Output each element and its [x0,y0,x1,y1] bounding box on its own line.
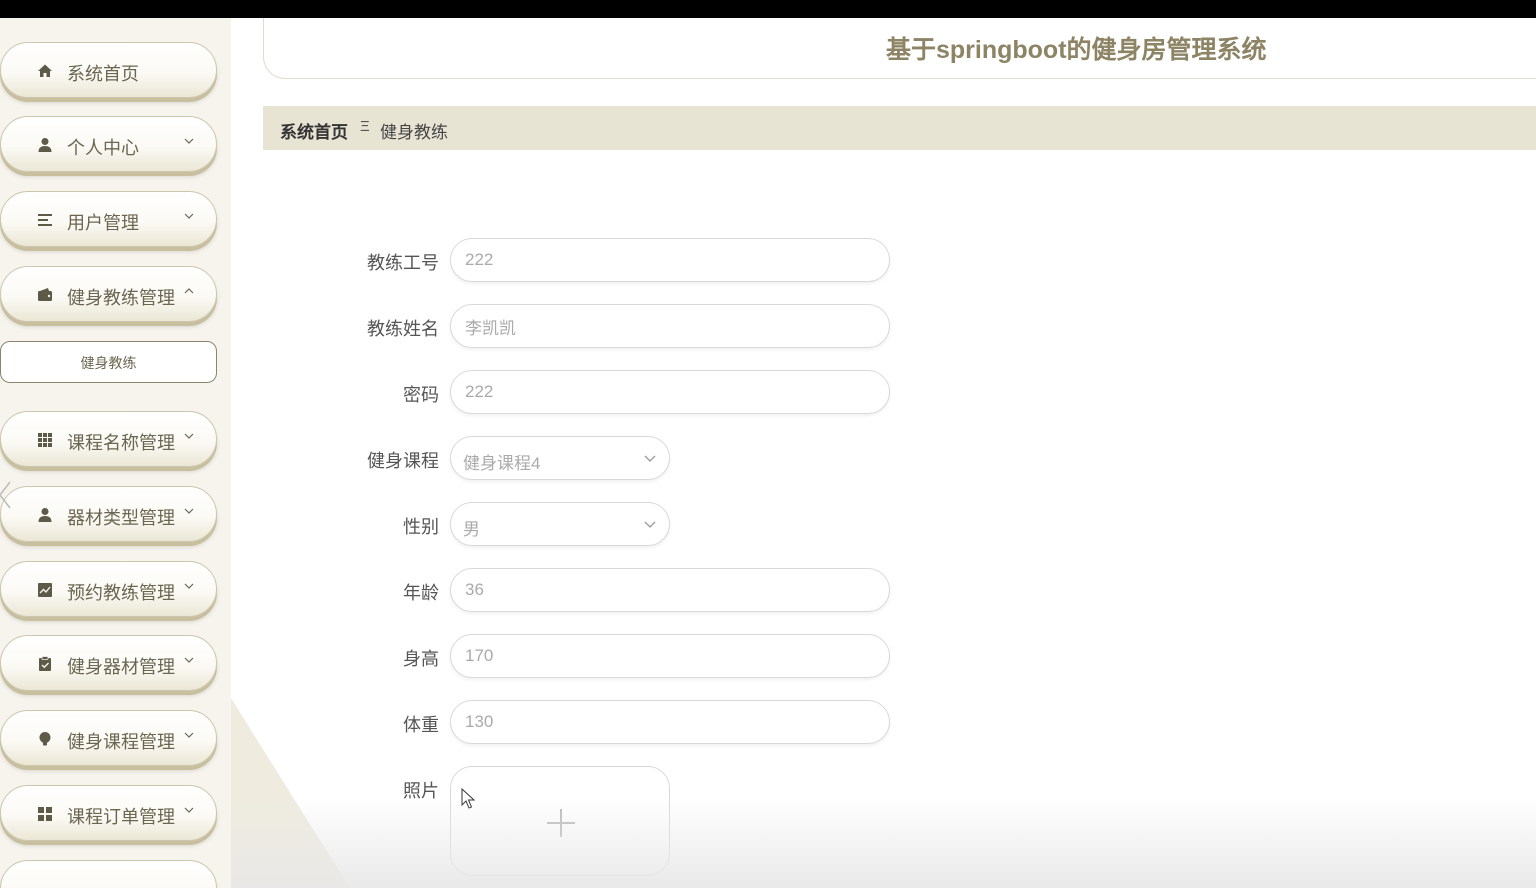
chevron-up-icon [184,288,194,294]
age-label: 年龄 [403,583,439,603]
sidebar-item-label: 健身器材管理 [67,657,175,677]
coach-id-label: 教练工号 [367,253,439,273]
chevron-down-icon [184,433,194,439]
photo-label: 照片 [403,781,439,801]
chevron-down-icon [184,508,194,514]
sidebar-item-course-order-management[interactable]: 课程订单管理 [0,785,217,841]
chevron-down-icon [184,807,194,813]
user-icon [38,508,52,522]
home-icon [38,64,52,77]
collapse-sidebar-icon[interactable] [0,480,12,510]
mouse-cursor-icon [461,788,475,809]
sidebar-item-home[interactable]: 系统首页 [0,42,217,98]
sidebar-item-partial[interactable] [0,860,217,888]
sidebar-item-course-name-management[interactable]: 课程名称管理 [0,411,217,467]
gender-select[interactable]: 男 [450,502,670,546]
sidebar-item-equipment-management[interactable]: 健身器材管理 [0,635,217,691]
photo-upload[interactable] [450,766,670,876]
clipboard-icon [39,656,51,671]
sidebar-item-coach-management[interactable]: 健身教练管理 [0,266,217,322]
sidebar-item-label: 健身教练管理 [67,288,175,308]
sidebar-item-label: 系统首页 [67,64,139,84]
chart-icon [38,583,52,597]
sidebar-item-label: 健身课程管理 [67,732,175,752]
gender-select-value: 男 [463,520,480,539]
chevron-down-icon [184,583,194,589]
sidebar-subitem-label: 健身教练 [80,355,137,371]
height-label: 身高 [403,649,439,669]
sidebar-item-course-management[interactable]: 健身课程管理 [0,710,217,766]
breadcrumb-home[interactable]: 系统首页 [280,118,348,143]
sidebar-item-label: 预约教练管理 [67,583,175,603]
chevron-down-icon [184,213,194,219]
coach-name-field[interactable] [450,304,890,348]
weight-label: 体重 [403,715,439,735]
chevron-down-icon [184,138,194,144]
sidebar-item-label: 器材类型管理 [67,508,175,528]
grid-icon [38,433,52,447]
user-icon [38,138,52,152]
sidebar-item-equipment-type-management[interactable]: 器材类型管理 [0,486,217,542]
site-title: 基于springboot的健身房管理系统 [886,36,1267,64]
chevron-down-icon [644,455,656,462]
sidebar-item-label: 课程订单管理 [67,807,175,827]
bulb-icon [39,732,51,746]
sidebar-item-label: 用户管理 [67,213,139,233]
weight-field[interactable] [450,700,890,744]
apps-icon [38,807,52,821]
sidebar-item-label: 课程名称管理 [67,433,175,453]
gender-label: 性别 [403,517,439,537]
breadcrumb-current: 健身教练 [380,123,448,142]
password-field[interactable] [450,370,890,414]
list-icon [38,214,52,226]
chevron-down-icon [184,657,194,663]
top-bar [0,0,1536,18]
course-select-value: 健身课程4 [463,454,541,473]
chevron-down-icon [644,521,656,528]
sidebar-subitem-coach[interactable]: 健身教练 [0,341,217,383]
sidebar-item-label: 个人中心 [67,138,139,158]
plus-icon [547,809,575,837]
sidebar-item-personal-center[interactable]: 个人中心 [0,116,217,172]
height-field[interactable] [450,634,890,678]
breadcrumb-separator: Ξ [360,118,370,135]
course-label: 健身课程 [367,451,439,471]
chevron-down-icon [184,732,194,738]
sidebar-item-coach-booking-management[interactable]: 预约教练管理 [0,561,217,617]
main-content: 基于springboot的健身房管理系统 系统首页 Ξ 健身教练 教练工号 教练… [231,18,1536,888]
breadcrumb: 系统首页 Ξ 健身教练 [263,106,1536,150]
wallet-icon [38,288,52,301]
bottom-fade [231,798,1536,888]
header: 基于springboot的健身房管理系统 [263,18,1536,79]
sidebar-item-user-management[interactable]: 用户管理 [0,191,217,247]
age-field[interactable] [450,568,890,612]
password-label: 密码 [403,385,439,405]
course-select[interactable]: 健身课程4 [450,436,670,480]
coach-id-field[interactable] [450,238,890,282]
coach-name-label: 教练姓名 [367,319,439,339]
sidebar: 系统首页 个人中心 用户管理 健身教练管理 健身教练 课程名称管理 器材类型管理… [0,18,231,888]
